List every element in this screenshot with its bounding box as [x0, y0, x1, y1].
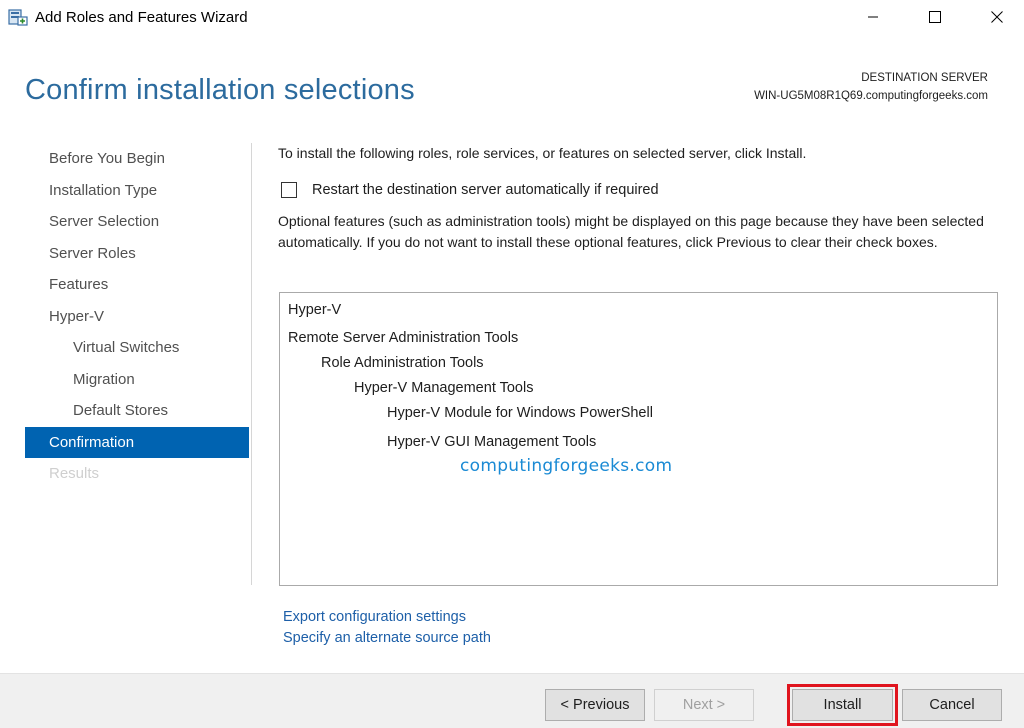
- list-item: Hyper-V GUI Management Tools: [387, 434, 597, 450]
- nav-item-default-stores[interactable]: Default Stores: [25, 395, 249, 427]
- list-item: Role Administration Tools: [321, 355, 484, 371]
- maximize-icon: [929, 11, 941, 23]
- nav-item-server-selection[interactable]: Server Selection: [25, 206, 249, 238]
- nav-item-migration[interactable]: Migration: [25, 364, 249, 396]
- nav-item-installation-type[interactable]: Installation Type: [25, 175, 249, 207]
- nav-item-results: Results: [49, 465, 100, 482]
- nav-item-before-you-begin[interactable]: Before You Begin: [25, 143, 249, 175]
- title-bar: Add Roles and Features Wizard: [0, 0, 1024, 36]
- install-highlight-box: [787, 684, 898, 726]
- window-title: Add Roles and Features Wizard: [35, 9, 248, 26]
- nav-item-confirmation[interactable]: Confirmation: [25, 426, 249, 458]
- wizard-footer: < Previous Next > Install Cancel: [0, 673, 1024, 728]
- destination-server-label: DESTINATION SERVER: [861, 72, 988, 84]
- minimize-button[interactable]: [850, 0, 896, 34]
- close-button[interactable]: [974, 0, 1020, 34]
- alternate-source-link[interactable]: Specify an alternate source path: [283, 630, 491, 646]
- cancel-button[interactable]: Cancel: [902, 689, 1002, 721]
- nav-divider: [251, 143, 252, 585]
- previous-button[interactable]: < Previous: [545, 689, 645, 721]
- restart-option[interactable]: Restart the destination server automatic…: [281, 182, 659, 198]
- minimize-icon: [867, 11, 879, 23]
- nav-item-server-roles[interactable]: Server Roles: [25, 238, 249, 270]
- list-item: Hyper-V Management Tools: [354, 380, 534, 396]
- maximize-button[interactable]: [912, 0, 958, 34]
- next-button: Next >: [654, 689, 754, 721]
- restart-checkbox-label[interactable]: Restart the destination server automatic…: [312, 182, 659, 198]
- list-item: Hyper-V: [288, 302, 342, 318]
- intro-text: To install the following roles, role ser…: [278, 145, 807, 161]
- watermark-text: computingforgeeks.com: [460, 456, 673, 476]
- list-item: Remote Server Administration Tools: [288, 330, 519, 346]
- export-configuration-link[interactable]: Export configuration settings: [283, 609, 466, 625]
- optional-features-note: Optional features (such as administratio…: [278, 213, 984, 250]
- nav-item-virtual-switches[interactable]: Virtual Switches: [25, 332, 249, 364]
- server-manager-icon: [8, 8, 28, 26]
- selections-list[interactable]: Hyper-V Remote Server Administration Too…: [279, 292, 998, 586]
- wizard-nav: Before You Begin Installation Type Serve…: [25, 143, 249, 490]
- page-title: Confirm installation selections: [25, 74, 415, 106]
- destination-server-value: WIN-UG5M08R1Q69.computingforgeeks.com: [754, 90, 988, 102]
- restart-checkbox[interactable]: [281, 182, 297, 198]
- nav-item-hyper-v[interactable]: Hyper-V: [25, 301, 249, 333]
- close-icon: [991, 11, 1003, 23]
- list-item: Hyper-V Module for Windows PowerShell: [387, 405, 653, 421]
- page-header: Confirm installation selections DESTINAT…: [0, 36, 1024, 128]
- nav-item-features[interactable]: Features: [25, 269, 249, 301]
